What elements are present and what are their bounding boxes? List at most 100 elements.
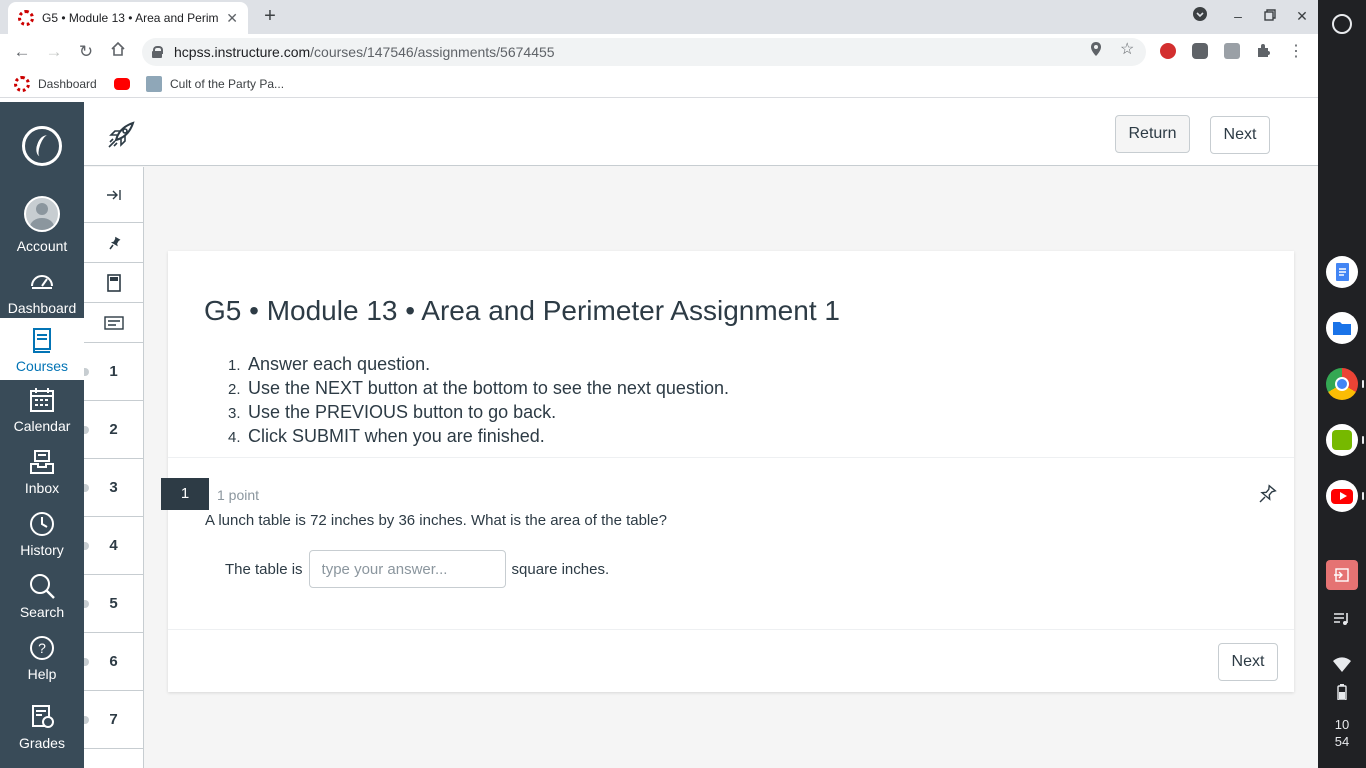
collapse-navigator-icon[interactable] xyxy=(84,167,143,223)
question-nav-item-5[interactable]: 5 xyxy=(84,575,143,633)
chrome-menu-icon[interactable]: ⋮ xyxy=(1284,40,1308,64)
pin-question-icon[interactable] xyxy=(1256,482,1278,504)
inbox-icon xyxy=(30,450,54,474)
return-button[interactable]: Return xyxy=(1115,115,1190,153)
answer-suffix: square inches. xyxy=(511,560,610,578)
question-number: 1 xyxy=(109,363,118,380)
browser-tab[interactable]: G5 • Module 13 • Area and Perim ✕ xyxy=(8,2,248,34)
nav-account[interactable]: Account xyxy=(0,196,84,254)
youtube-bookmark-icon xyxy=(114,78,130,90)
browser-toolbar: ← → ↻ hcpss.instructure.com/courses/1475… xyxy=(0,34,1318,70)
instruction-number: 4. xyxy=(228,429,241,446)
extension-record-icon[interactable] xyxy=(1192,43,1208,59)
restore-icon[interactable] xyxy=(1258,6,1282,26)
minimize-icon[interactable]: – xyxy=(1226,6,1250,26)
back-icon[interactable]: ← xyxy=(10,40,34,64)
nav-dashboard[interactable]: Dashboard xyxy=(0,268,84,316)
question-nav-item-3[interactable]: 3 xyxy=(84,459,143,517)
question-number-badge: 1 xyxy=(161,478,209,510)
location-icon[interactable] xyxy=(1090,41,1102,60)
question-nav-item-2[interactable]: 2 xyxy=(84,401,143,459)
pin-filter-icon[interactable] xyxy=(84,223,143,263)
extensions-puzzle-icon[interactable] xyxy=(1256,43,1272,59)
next-button-footer[interactable]: Next xyxy=(1218,643,1278,681)
lock-icon xyxy=(152,46,163,58)
extension-red-icon[interactable] xyxy=(1160,43,1176,59)
question-nav-item-1[interactable]: 1 xyxy=(84,343,143,401)
canvas-favicon-icon xyxy=(18,10,34,26)
next-button-header[interactable]: Next xyxy=(1210,116,1270,154)
tab-title: G5 • Module 13 • Area and Perim xyxy=(42,11,219,25)
tab-strip: G5 • Module 13 • Area and Perim ✕ + – ✕ xyxy=(0,0,1318,34)
chromeos-shelf: 10 54 xyxy=(1318,0,1366,768)
bookmark-star-icon[interactable]: ☆ xyxy=(1120,39,1134,59)
instruction-text: Answer each question. xyxy=(248,354,431,374)
instruction-item: 3. Use the PREVIOUS button to go back. xyxy=(228,401,729,425)
url-path: /courses/147546/assignments/5674455 xyxy=(310,44,555,60)
bookmark-label: Dashboard xyxy=(38,77,97,91)
question-nav-item-4[interactable]: 4 xyxy=(84,517,143,575)
question-points: 1 point xyxy=(217,487,260,503)
screen-capture-icon[interactable] xyxy=(1326,560,1358,590)
nav-label: Calendar xyxy=(13,418,71,434)
nav-history[interactable]: History xyxy=(0,510,84,558)
running-indicator xyxy=(1362,380,1364,388)
nav-inbox[interactable]: Inbox xyxy=(0,448,84,496)
forward-icon[interactable]: → xyxy=(42,40,66,64)
calculator-icon[interactable] xyxy=(84,263,143,303)
bookmark-cult-party[interactable]: Cult of the Party Pa... xyxy=(146,76,284,92)
nav-grades[interactable]: Grades xyxy=(0,703,84,751)
canvas-logo-icon[interactable] xyxy=(22,126,62,166)
running-indicator xyxy=(1362,436,1364,444)
answer-input[interactable] xyxy=(308,550,506,588)
clock[interactable]: 10 54 xyxy=(1318,716,1366,750)
notes-icon[interactable] xyxy=(84,303,143,343)
media-playlist-icon[interactable] xyxy=(1332,610,1352,628)
question-nav-item-7[interactable]: 7 xyxy=(84,691,143,749)
instruction-number: 1. xyxy=(228,357,241,374)
new-tab-icon[interactable]: + xyxy=(258,4,282,28)
nav-help[interactable]: ? Help xyxy=(0,634,84,682)
answer-row: The table is square inches. xyxy=(225,550,609,588)
clock-minute: 54 xyxy=(1334,734,1350,749)
youtube-icon[interactable] xyxy=(1326,480,1358,512)
question-navigator: 1 2 3 4 5 6 7 xyxy=(84,167,144,768)
nav-label: Dashboard xyxy=(7,300,77,316)
launcher-icon[interactable] xyxy=(1332,14,1352,34)
address-bar[interactable]: hcpss.instructure.com/courses/147546/ass… xyxy=(142,38,1146,66)
nav-calendar[interactable]: Calendar xyxy=(0,386,84,434)
instruction-number: 3. xyxy=(228,405,241,422)
bookmark-dashboard[interactable]: Dashboard xyxy=(14,76,97,92)
nav-search[interactable]: Search xyxy=(0,572,84,620)
bookmark-youtube[interactable] xyxy=(114,76,138,90)
svg-text:?: ? xyxy=(38,640,46,656)
avatar-icon xyxy=(24,196,60,232)
quiz-title: G5 • Module 13 • Area and Perimeter Assi… xyxy=(204,295,840,326)
reload-icon[interactable]: ↻ xyxy=(74,40,98,64)
instruction-number: 2. xyxy=(228,381,241,398)
bookmark-label: Cult of the Party Pa... xyxy=(170,77,285,91)
home-icon[interactable] xyxy=(106,40,130,64)
chrome-browser-icon[interactable] xyxy=(1326,368,1358,400)
site-bookmark-icon xyxy=(146,76,162,92)
nav-label: Courses xyxy=(15,358,69,374)
instructions-list: 1. Answer each question. 2. Use the NEXT b… xyxy=(228,353,729,449)
question-nav-item-6[interactable]: 6 xyxy=(84,633,143,691)
battery-icon[interactable] xyxy=(1337,684,1347,701)
question-number: 6 xyxy=(109,653,118,670)
files-icon[interactable] xyxy=(1326,312,1358,344)
nvidia-geforce-icon[interactable] xyxy=(1326,424,1358,456)
extension-gray-icon[interactable] xyxy=(1224,43,1240,59)
question-number: 3 xyxy=(109,479,118,496)
close-tab-icon[interactable]: ✕ xyxy=(226,10,238,27)
google-docs-icon[interactable] xyxy=(1326,256,1358,288)
search-icon xyxy=(30,574,55,599)
nav-courses[interactable]: Courses xyxy=(0,318,84,380)
instruction-item: 4. Click SUBMIT when you are finished. xyxy=(228,425,729,449)
tab-search-icon[interactable] xyxy=(1188,6,1212,26)
instruction-text: Use the PREVIOUS button to go back. xyxy=(248,402,557,422)
wifi-icon[interactable] xyxy=(1332,656,1352,674)
quiz-card: G5 • Module 13 • Area and Perimeter Assi… xyxy=(168,251,1294,692)
courses-book-icon xyxy=(33,328,51,353)
close-window-icon[interactable]: ✕ xyxy=(1290,6,1314,26)
